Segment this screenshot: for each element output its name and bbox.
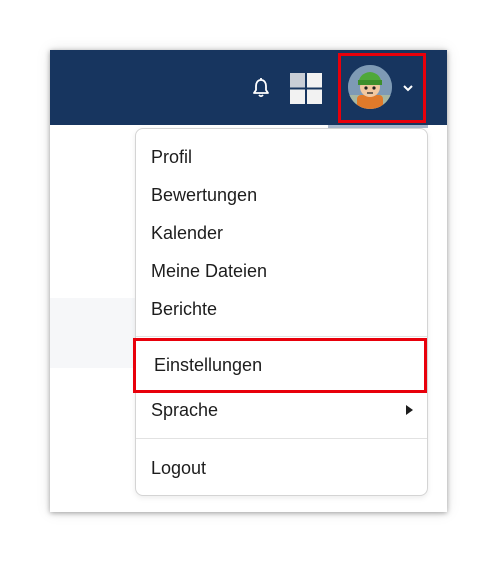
menu-divider <box>136 438 427 439</box>
menu-item-sprache-label: Sprache <box>151 400 219 420</box>
menu-item-einstellungen[interactable]: Einstellungen <box>133 338 427 393</box>
menu-item-sprache[interactable]: Sprache <box>136 391 427 429</box>
menu-item-profil[interactable]: Profil <box>136 138 427 176</box>
apps-grid-icon[interactable] <box>290 73 322 104</box>
menu-item-meine-dateien[interactable]: Meine Dateien <box>136 252 427 290</box>
menu-item-berichte[interactable]: Berichte <box>136 290 427 328</box>
caret-right-icon <box>406 405 413 415</box>
bell-icon[interactable] <box>250 77 272 99</box>
menu-item-logout[interactable]: Logout <box>136 449 427 487</box>
user-dropdown-menu: Profil Bewertungen Kalender Meine Dateie… <box>133 128 428 496</box>
menu-item-kalender[interactable]: Kalender <box>136 214 427 252</box>
chevron-down-icon[interactable] <box>402 83 414 93</box>
avatar-image <box>348 65 392 109</box>
user-menu-toggle[interactable] <box>338 53 426 123</box>
menu-item-bewertungen[interactable]: Bewertungen <box>136 176 427 214</box>
avatar[interactable] <box>348 65 392 109</box>
menu-divider <box>136 336 427 337</box>
background-panel <box>50 298 136 368</box>
top-navbar <box>50 50 447 125</box>
app-window: Profil Bewertungen Kalender Meine Dateie… <box>50 50 447 512</box>
